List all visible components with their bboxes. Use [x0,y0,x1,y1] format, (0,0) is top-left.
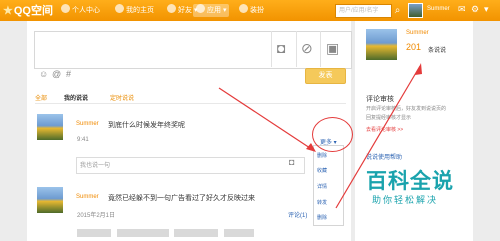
arrow-head [415,63,422,75]
arrow-head [306,143,316,152]
watermark-subtitle: 助你轻松解决 [372,195,439,205]
arrow-line [218,87,314,151]
watermark-title: 百科全说 [366,170,454,193]
